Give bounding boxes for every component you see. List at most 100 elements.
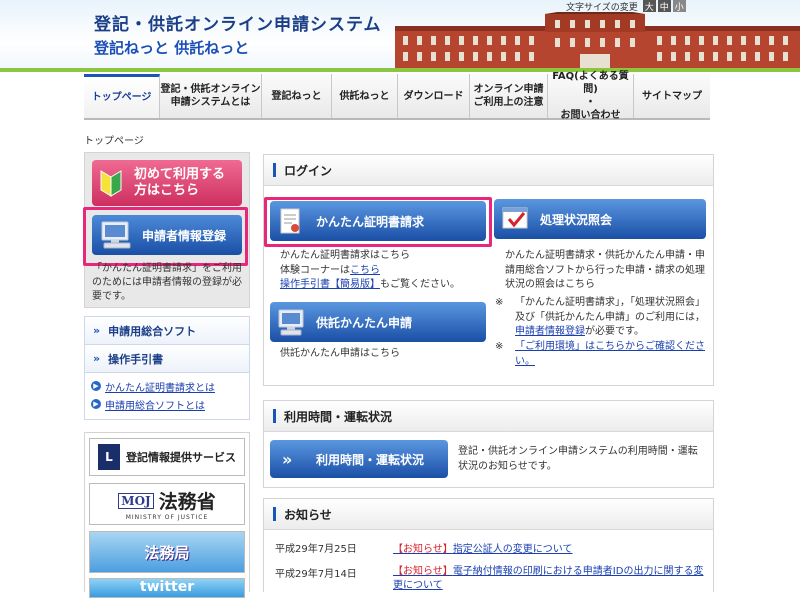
moj-en-label: MINISTRY OF JUSTICE [125, 514, 209, 521]
nav-online-notes[interactable]: オンライン申請 ご利用上の注意 [470, 74, 548, 118]
hours-status-button[interactable]: » 利用時間・運転状況 [270, 440, 448, 478]
font-size-medium-button[interactable]: 中 [657, 0, 671, 13]
header-bar-icon [273, 507, 276, 521]
news-link[interactable]: 【お知らせ】指定公証人の変更について [393, 540, 573, 555]
news-date: 平成29年7月25日 [275, 544, 357, 555]
banner-moj[interactable]: MOJ 法務省 MINISTRY OF JUSTICE [89, 483, 245, 525]
menu-links: ▶ かんたん証明書請求とは ▶ 申請用総合ソフトとは [85, 373, 249, 419]
font-size-switcher: 文字サイズの変更 大 中 小 [566, 0, 686, 13]
left-menu: » 申請用総合ソフト » 操作手引書 ▶ かんたん証明書請求とは ▶ 申請用総合… [84, 316, 250, 420]
link-about-sogo[interactable]: ▶ 申請用総合ソフトとは [91, 395, 249, 413]
news-date: 平成29年7月14日 [275, 569, 357, 580]
note-mark: ※ [495, 297, 504, 308]
trial-link[interactable]: こちら [350, 265, 380, 276]
touki-logo-icon: L [98, 444, 120, 470]
note-environment: ※ 「ご利用環境」はこちらからご確認ください。 [495, 340, 707, 369]
building-illustration [395, 12, 800, 72]
menu-sogo-soft[interactable]: » 申請用総合ソフト [85, 317, 249, 345]
header-divider [0, 68, 800, 72]
menu-manual[interactable]: » 操作手引書 [85, 345, 249, 373]
font-size-small-button[interactable]: 小 [672, 0, 686, 13]
news-tag: 【お知らせ】 [393, 566, 453, 577]
header-bar-icon [273, 409, 276, 423]
arrow-circle-icon: ▶ [91, 381, 101, 391]
trial-line: 体験コーナーはこちら [280, 264, 495, 279]
menu-manual-label: 操作手引書 [108, 352, 164, 366]
site-subtitle[interactable]: 登記ねっと 供託ねっと [94, 37, 249, 58]
kantan-text: かんたん証明書請求はこちら [280, 250, 410, 261]
global-nav: トップページ 登記・供託オンライン 申請システムとは 登記ねっと 供託ねっと ダ… [84, 71, 710, 121]
status-inquiry-button[interactable]: 処理状況照会 [494, 199, 706, 239]
manual-simple-link[interactable]: 操作手引書【簡易版】 [280, 279, 380, 290]
arrow-circle-icon: ▶ [91, 399, 101, 409]
kyotaku-text: 供託かんたん申請はこちら [280, 348, 400, 359]
first-time-label: 初めて利用する 方はこちら [134, 166, 226, 198]
banner-houmukyoku[interactable]: 法務局 [89, 531, 245, 573]
menu-sogo-soft-label: 申請用総合ソフト [108, 324, 197, 338]
link-about-kantan[interactable]: ▶ かんたん証明書請求とは [91, 377, 249, 395]
banner-twitter[interactable]: twitter [89, 578, 245, 598]
register-link[interactable]: 申請者情報登録 [515, 326, 585, 337]
status-text: かんたん証明書請求・供託かんたん申請・申請用総合ソフトから行った申請・請求の処理… [505, 250, 705, 290]
hours-status-label: 利用時間・運転状況 [316, 452, 425, 467]
hours-title: 利用時間・運転状況 [284, 409, 393, 424]
double-chevron-icon: » [93, 352, 101, 365]
news-tag: 【お知らせ】 [393, 544, 453, 555]
site-header: 登記・供託オンライン申請システム 登記ねっと 供託ねっと 文字サイズの変更 大 … [0, 0, 800, 72]
banner-touki-label: 登記情報提供サービス [126, 451, 236, 464]
news-panel-header: お知らせ [264, 499, 713, 530]
link-about-sogo-text[interactable]: 申請用総合ソフトとは [105, 397, 205, 412]
double-chevron-icon: » [93, 324, 101, 337]
environment-link[interactable]: 「ご利用環境」はこちらからご確認ください。 [515, 340, 707, 369]
moj-label: 法務省 [158, 491, 216, 513]
font-size-label: 文字サイズの変更 [566, 2, 638, 13]
twitter-label: twitter [139, 579, 195, 595]
nav-touki-net[interactable]: 登記ねっと [262, 74, 332, 118]
houmukyoku-label: 法務局 [144, 543, 190, 562]
site-title[interactable]: 登記・供託オンライン申請システム [94, 10, 382, 35]
nav-sitemap[interactable]: サイトマップ [634, 74, 710, 118]
register-highlight-frame [83, 207, 248, 266]
breadcrumb: トップページ [84, 136, 144, 147]
note1-a: 「かんたん証明書請求」，「処理状況照会」及び「供託かんたん申請」のご利用には， [515, 297, 705, 323]
note-requirements-text: 「かんたん証明書請求」，「処理状況照会」及び「供託かんたん申請」のご利用には， 申… [515, 296, 707, 340]
beginner-mark-icon [100, 170, 122, 197]
news-item: 平成29年7月25日 【お知らせ】指定公証人の変更について [275, 540, 573, 555]
kantan-text-block: かんたん証明書請求はこちら 体験コーナーはこちら 操作手引書【簡易版】もご覧くだ… [280, 249, 495, 293]
login-panel-header: ログイン [264, 155, 713, 186]
kantan-highlight-frame [264, 197, 492, 247]
computer-icon [278, 309, 304, 336]
nav-download[interactable]: ダウンロード [398, 74, 470, 118]
note1-b: が必要です。 [585, 326, 644, 337]
hours-panel-header: 利用時間・運転状況 [264, 401, 713, 432]
moj-logo-icon: MOJ [118, 492, 154, 509]
nav-kyotaku-net[interactable]: 供託ねっと [332, 74, 398, 118]
nav-faq-contact[interactable]: FAQ(よくある質問) ・ お問い合わせ [548, 71, 634, 121]
nav-top-page[interactable]: トップページ [84, 74, 160, 118]
checkmark-window-icon [502, 207, 528, 229]
manual-line: 操作手引書【簡易版】もご覧ください。 [280, 278, 495, 293]
trial-prefix: 体験コーナーは [280, 264, 350, 276]
note-requirements: ※ 「かんたん証明書請求」，「処理状況照会」及び「供託かんたん申請」のご利用には… [495, 296, 707, 340]
kyotaku-kantan-label: 供託かんたん申請 [316, 315, 413, 330]
first-time-button[interactable]: 初めて利用する 方はこちら [92, 160, 242, 206]
moj-title: MOJ 法務省 [118, 487, 216, 514]
kyotaku-kantan-button[interactable]: 供託かんたん申請 [270, 302, 486, 342]
font-size-large-button[interactable]: 大 [642, 0, 656, 13]
link-about-kantan-text[interactable]: かんたん証明書請求とは [105, 379, 215, 394]
header-bar-icon [273, 163, 276, 177]
banner-touki-info[interactable]: L 登記情報提供サービス [89, 438, 245, 476]
status-inquiry-label: 処理状況照会 [540, 212, 613, 227]
double-chevron-icon: » [282, 449, 293, 469]
news-title: お知らせ [284, 507, 332, 522]
banner-list: L 登記情報提供サービス MOJ 法務省 MINISTRY OF JUSTICE… [84, 432, 250, 598]
news-link-title: 指定公証人の変更について [452, 544, 573, 555]
register-note: 「かんたん証明書請求」をご利用のためには申請者情報の登録が必要です。 [92, 263, 242, 302]
manual-suffix: もご覧ください。 [380, 279, 460, 290]
news-link[interactable]: 【お知らせ】電子納付情報の印刷における申請者IDの出力に関する変更について [393, 565, 711, 593]
login-title: ログイン [284, 163, 333, 178]
nav-about-system[interactable]: 登記・供託オンライン 申請システムとは [160, 74, 262, 118]
hours-text: 登記・供託オンライン申請システムの利用時間・運転状況のお知らせです。 [458, 446, 698, 472]
news-item: 平成29年7月14日 【お知らせ】電子納付情報の印刷における申請者IDの出力に関… [275, 565, 711, 593]
note-mark: ※ [495, 341, 504, 352]
